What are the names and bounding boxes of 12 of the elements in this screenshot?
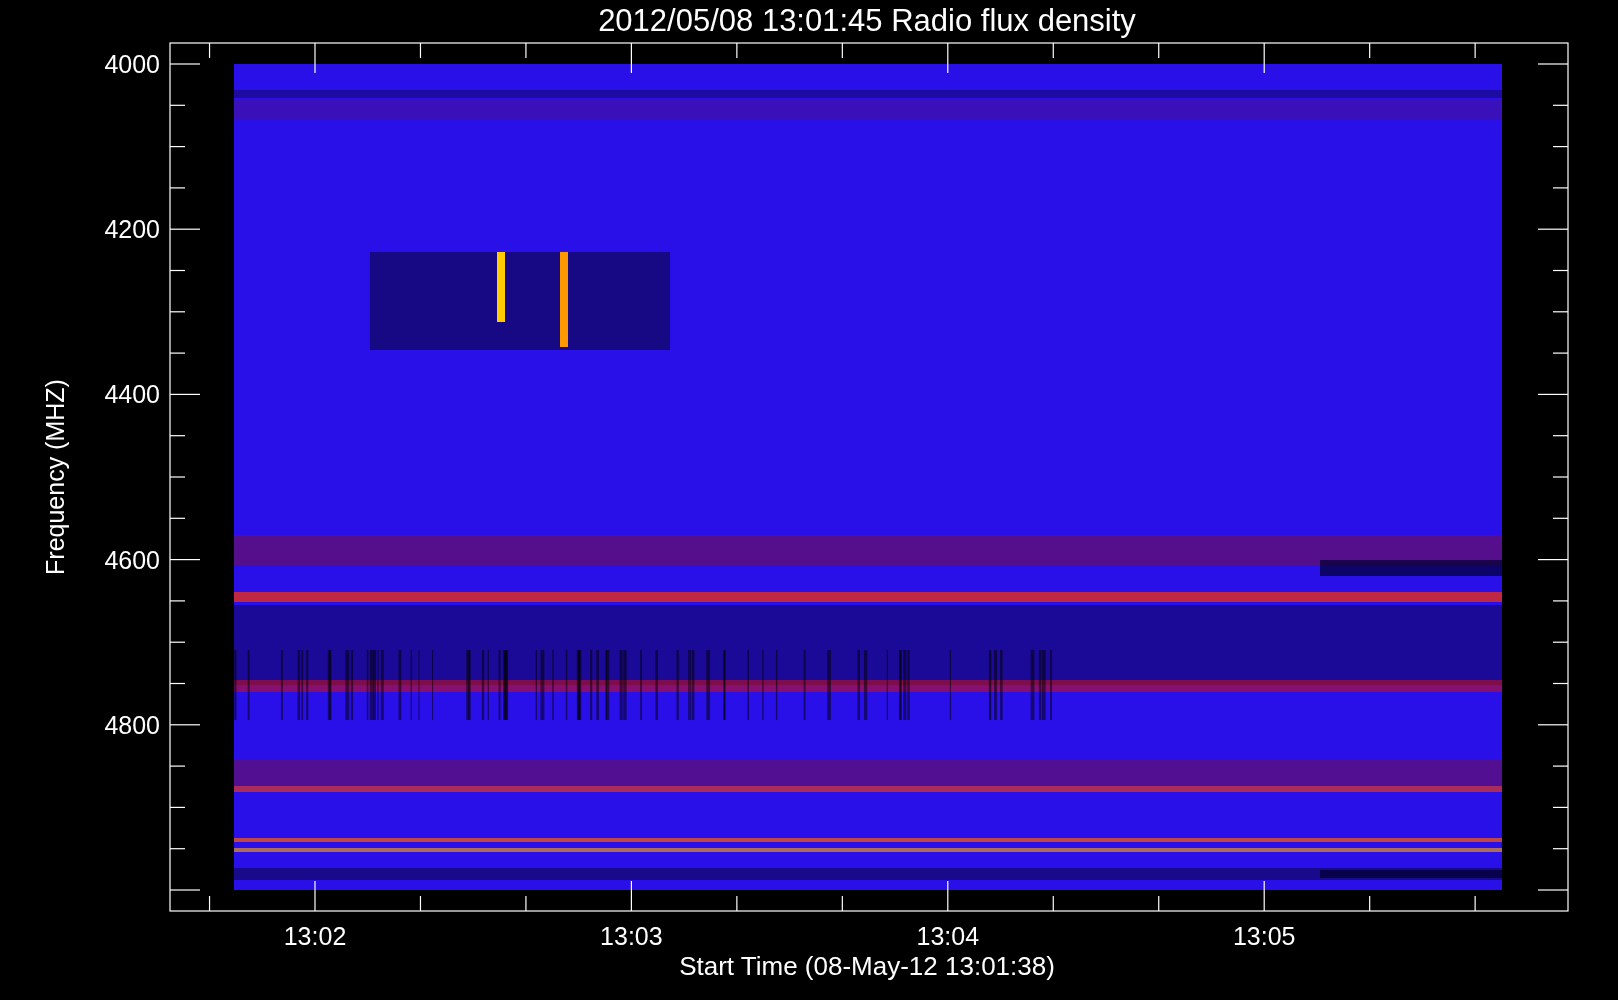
x-axis-label: Start Time (08-May-12 13:01:38): [679, 951, 1055, 981]
x-tick-label: 13:03: [600, 922, 663, 950]
x-tick-label: 13:02: [283, 922, 347, 950]
x-tick-label: 13:04: [916, 922, 980, 950]
y-tick-label: 4200: [104, 215, 160, 244]
y-tick-label: 4800: [104, 710, 160, 739]
x-tick-label: 13:05: [1232, 922, 1296, 950]
plot-title: 2012/05/08 13:01:45 Radio flux density: [598, 3, 1136, 38]
y-axis-label: Frequency (MHZ): [41, 379, 69, 575]
y-tick-label: 4600: [104, 545, 160, 574]
y-tick-label: 4400: [104, 380, 160, 409]
y-tick-label: 4000: [104, 50, 160, 78]
